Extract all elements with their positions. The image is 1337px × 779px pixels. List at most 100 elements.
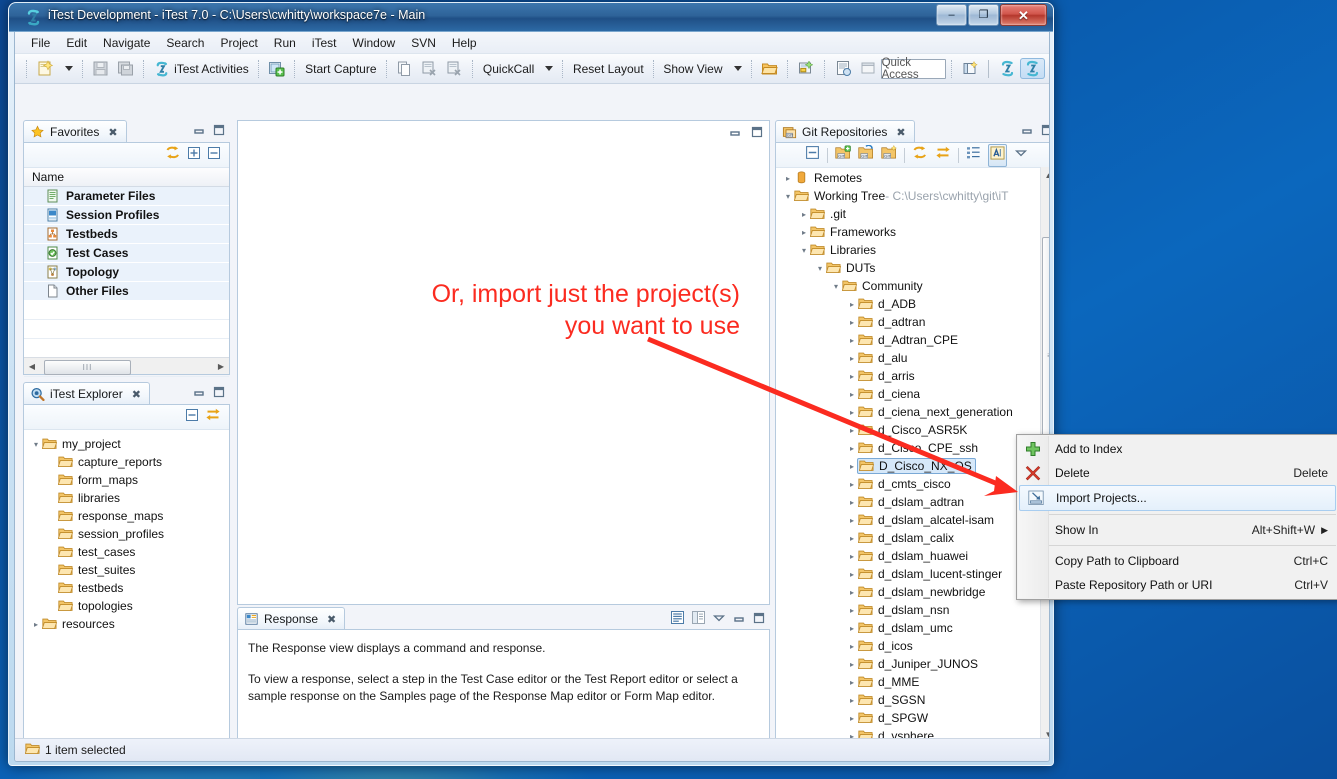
tree-row[interactable]: response_maps [24,507,229,525]
close-icon[interactable]: ✖ [327,613,336,626]
tree-row[interactable]: ▸ d_Cisco_ASR5K [776,421,1040,439]
tree-row[interactable]: ▸ d_dslam_umc [776,619,1040,637]
collapsed-twisty-icon[interactable]: ▸ [846,444,858,453]
link-with-editor-icon[interactable] [935,145,951,165]
collapsed-twisty-icon[interactable]: ▸ [846,678,858,687]
maximize-view-icon[interactable] [752,611,766,630]
collapsed-twisty-icon[interactable]: ▸ [846,426,858,435]
save-all-button[interactable] [113,58,138,79]
tree-row[interactable]: ▾ my_project [24,435,229,453]
collapsed-twisty-icon[interactable]: ▸ [846,552,858,561]
toggle-split-pane-icon[interactable] [691,610,706,630]
collapsed-twisty-icon[interactable]: ▸ [846,534,858,543]
open-resource-button[interactable] [757,58,782,79]
context-menu-item-paste-repository-path[interactable]: Paste Repository Path or URI Ctrl+V [1017,573,1337,597]
tree-row[interactable]: ▸ d_dslam_lucent-stinger [776,565,1040,583]
collapsed-twisty-icon[interactable]: ▸ [846,588,858,597]
list-item[interactable]: Topology [24,263,229,282]
menu-svn[interactable]: SVN [403,34,444,52]
minimize-view-icon[interactable] [728,125,742,144]
scroll-left-icon[interactable]: ◀ [24,359,40,374]
tree-row[interactable]: ▸ d_SPGW [776,709,1040,727]
favorites-hscrollbar[interactable]: ◀ III ▶ [24,357,229,375]
tree-row[interactable]: ▸ .git [776,205,1040,223]
tree-row[interactable]: ▸ d_ADB [776,295,1040,313]
collapse-all-icon[interactable] [185,408,199,427]
tree-row[interactable]: ▸ Frameworks [776,223,1040,241]
collapsed-twisty-icon[interactable]: ▸ [846,480,858,489]
tree-row[interactable]: form_maps [24,471,229,489]
tree-row[interactable]: ▸ d_dslam_alcatel-isam [776,511,1040,529]
expanded-twisty-icon[interactable]: ▾ [814,264,826,273]
tree-row[interactable]: test_cases [24,543,229,561]
editor-area[interactable] [237,120,770,605]
create-repository-icon[interactable]: GIT [881,144,897,165]
list-item[interactable]: Testbeds [24,225,229,244]
context-menu-item-copy-path[interactable]: Copy Path to Clipboard Ctrl+C [1017,549,1337,573]
collapsed-twisty-icon[interactable]: ▸ [846,300,858,309]
collapsed-twisty-icon[interactable]: ▸ [846,696,858,705]
collapsed-twisty-icon[interactable]: ▸ [846,390,858,399]
tab-itest-explorer[interactable]: iTest Explorer ✖ [23,382,150,405]
collapsed-twisty-icon[interactable]: ▸ [846,642,858,651]
view-menu-icon[interactable] [712,611,726,630]
list-item[interactable]: Session Profiles [24,206,229,225]
minimize-view-icon[interactable] [1020,123,1034,142]
collapse-all-icon[interactable] [805,145,820,165]
collapsed-twisty-icon[interactable]: ▸ [846,570,858,579]
collapsed-twisty-icon[interactable]: ▸ [846,354,858,363]
collapsed-twisty-icon[interactable]: ▸ [846,606,858,615]
hscroll-thumb[interactable]: III [44,359,131,375]
tree-row[interactable]: session_profiles [24,525,229,543]
tree-row[interactable]: ▸ d_dslam_huawei [776,547,1040,565]
menu-run[interactable]: Run [266,34,304,52]
perspective-itest-active-button[interactable] [1019,58,1045,79]
context-menu-item-import-projects[interactable]: Import Projects... [1019,485,1336,511]
open-perspective-button[interactable] [958,58,983,79]
collapsed-twisty-icon[interactable]: ▸ [846,408,858,417]
collapsed-twisty-icon[interactable]: ▸ [846,318,858,327]
tree-row[interactable]: ▸ d_dslam_nsn [776,601,1040,619]
menu-help[interactable]: Help [444,34,485,52]
context-menu-item-show-in[interactable]: Show In Alt+Shift+W ▶ [1017,518,1337,542]
context-menu-item-add-to-index[interactable]: Add to Index [1017,437,1337,461]
collapsed-twisty-icon[interactable]: ▸ [798,210,810,219]
tree-row[interactable]: ▾ DUTs [776,259,1040,277]
close-icon[interactable]: ✖ [108,126,117,139]
tree-row[interactable]: ▸ d_dslam_newbridge [776,583,1040,601]
tree-row[interactable]: ▸ d_SGSN [776,691,1040,709]
tree-row[interactable]: ▸ d_cmts_cisco [776,475,1040,493]
tree-row[interactable]: ▸ d_dslam_adtran [776,493,1040,511]
tree-row[interactable]: ▸ d_ciena_next_generation [776,403,1040,421]
scroll-up-icon[interactable]: ▲ [1041,167,1049,183]
new-wizard-button[interactable] [33,58,58,79]
refresh-icon[interactable] [165,145,181,165]
hscroll-track[interactable]: III [40,358,213,375]
save-button[interactable] [88,58,113,79]
tree-row[interactable]: ▾ Working Tree - C:\Users\cwhitty\git\iT [776,187,1040,205]
tree-row[interactable]: ▾ Libraries [776,241,1040,259]
tree-row[interactable]: capture_reports [24,453,229,471]
maximize-view-icon[interactable] [750,125,764,144]
tree-row[interactable]: ▸ d_icos [776,637,1040,655]
close-icon[interactable]: ✖ [132,388,141,401]
report-button[interactable] [831,58,856,79]
tree-row[interactable]: ▸ d_dslam_calix [776,529,1040,547]
minimize-view-icon[interactable] [732,611,746,630]
context-menu-item-delete[interactable]: Delete Delete [1017,461,1337,485]
tab-favorites[interactable]: Favorites ✖ [23,120,127,143]
clone-repository-icon[interactable]: GIT [858,144,874,165]
refresh-icon[interactable] [912,145,928,165]
list-item[interactable]: Parameter Files [24,187,229,206]
expanded-twisty-icon[interactable]: ▾ [30,440,42,449]
menu-search[interactable]: Search [158,34,212,52]
maximize-button[interactable]: ❐ [968,4,999,26]
tree-row[interactable]: ▸ d_ciena [776,385,1040,403]
title-bar[interactable]: iTest Development - iTest 7.0 - C:\Users… [9,3,1053,32]
tree-row[interactable]: ▸ Remotes [776,169,1040,187]
show-raw-text-icon[interactable] [670,610,685,630]
maximize-view-icon[interactable] [1040,123,1049,142]
close-button[interactable]: ✕ [1000,4,1047,26]
link-with-editor-icon[interactable] [205,407,221,427]
close-all-sessions-button[interactable] [442,58,467,79]
